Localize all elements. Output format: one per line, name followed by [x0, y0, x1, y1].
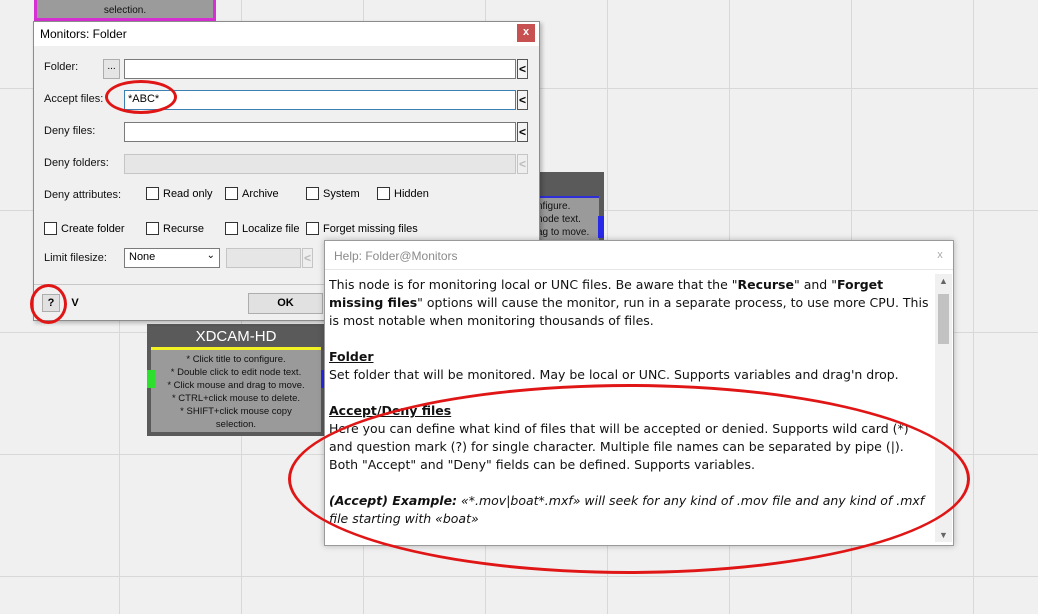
read-only-checkbox[interactable]: Read only: [146, 187, 213, 200]
ok-button[interactable]: OK: [248, 293, 323, 314]
deny-attributes-label: Deny attributes:: [44, 189, 122, 201]
recurse-checkbox[interactable]: Recurse: [146, 222, 204, 235]
localize-file-checkbox[interactable]: Localize file: [225, 222, 299, 235]
help-title-divider: [325, 269, 953, 270]
scroll-thumb[interactable]: [938, 294, 949, 344]
scroll-down-icon[interactable]: ▼: [935, 530, 952, 540]
checkbox-box[interactable]: [146, 187, 159, 200]
limit-filesize-input: [226, 248, 301, 268]
checkbox-box[interactable]: [44, 222, 57, 235]
accept-insert-arrow[interactable]: <: [517, 90, 528, 110]
node-line: * Click mouse and drag to move.: [167, 380, 305, 391]
text-run-bold: Recurse: [737, 277, 794, 292]
folder-paragraph: Set folder that will be monitored. May b…: [329, 367, 899, 382]
folder-heading: Folder: [329, 349, 374, 364]
checkbox-box[interactable]: [146, 222, 159, 235]
annotation-accept-deny-help: [288, 384, 970, 574]
node-line: ag to move.: [537, 227, 590, 238]
checkbox-label: Recurse: [163, 222, 204, 235]
text-run: This node is for monitoring local or UNC…: [329, 277, 738, 292]
scroll-up-icon[interactable]: ▲: [935, 276, 952, 286]
annotation-help-button: [30, 284, 67, 324]
checkbox-label: Archive: [242, 187, 279, 200]
checkbox-label: Read only: [163, 187, 213, 200]
node-text: selection.: [103, 5, 147, 16]
node-line: * Double click to edit node text.: [170, 367, 302, 378]
node-line: * CTRL+click mouse to delete.: [171, 393, 301, 404]
folder-label: Folder:: [44, 61, 79, 73]
forget-missing-files-checkbox[interactable]: Forget missing files: [306, 222, 418, 235]
canvas-node-top[interactable]: selection.: [34, 0, 216, 21]
accept-files-label: Accept files:: [44, 93, 104, 105]
help-close-button[interactable]: x: [931, 246, 949, 264]
deny-folders-label: Deny folders:: [44, 157, 109, 169]
node-line: nfigure.: [537, 201, 571, 212]
deny-files-label: Deny files:: [44, 125, 96, 137]
deny-files-input[interactable]: [124, 122, 516, 142]
limit-filesize-label: Limit filesize:: [44, 252, 107, 264]
help-intro: This node is for monitoring local or UNC…: [329, 276, 929, 330]
checkbox-box[interactable]: [225, 187, 238, 200]
accept-files-input[interactable]: *ABC*: [124, 90, 516, 110]
folder-input[interactable]: [124, 59, 516, 79]
deny-folders-insert-arrow: <: [517, 154, 528, 174]
node-line: * SHIFT+click mouse copy: [180, 406, 292, 417]
hidden-checkbox[interactable]: Hidden: [377, 187, 429, 200]
node-line: selection.: [215, 419, 257, 430]
node-line: node text.: [537, 214, 581, 225]
checkbox-label: Create folder: [61, 222, 125, 235]
folder-browse-button[interactable]: ...: [103, 59, 120, 79]
system-checkbox[interactable]: System: [306, 187, 360, 200]
checkbox-label: Forget missing files: [323, 222, 418, 235]
text-run: " and ": [793, 277, 837, 292]
checkbox-label: Hidden: [394, 187, 429, 200]
checkbox-label: System: [323, 187, 360, 200]
output-port[interactable]: [598, 216, 604, 238]
input-port[interactable]: [147, 370, 155, 388]
create-folder-checkbox[interactable]: Create folder: [44, 222, 125, 235]
archive-checkbox[interactable]: Archive: [225, 187, 279, 200]
help-title: Help: Folder@Monitors: [334, 249, 458, 263]
node-title[interactable]: XDCAM-HD: [147, 328, 325, 345]
deny-folders-input: [124, 154, 516, 174]
limit-filesize-value: None: [129, 251, 156, 263]
chevron-down-icon: ⌄: [206, 250, 215, 261]
text-run: " options will cause the monitor, run in…: [329, 295, 929, 328]
dialog-title: Monitors: Folder: [40, 27, 127, 41]
dialog-titlebar[interactable]: Monitors: Folder x: [34, 22, 539, 46]
checkbox-box[interactable]: [225, 222, 238, 235]
limit-filesize-select[interactable]: None ⌄: [124, 248, 220, 268]
limit-insert-arrow: <: [302, 248, 313, 268]
canvas-node-xdcam[interactable]: XDCAM-HD * Click title to configure. * D…: [147, 324, 325, 436]
checkbox-box[interactable]: [306, 187, 319, 200]
v-button[interactable]: V: [66, 294, 84, 312]
checkbox-box[interactable]: [377, 187, 390, 200]
deny-files-insert-arrow[interactable]: <: [517, 122, 528, 142]
annotation-accept-files: [105, 80, 177, 114]
node-line: * Click title to configure.: [186, 354, 286, 365]
folder-insert-arrow[interactable]: <: [517, 59, 528, 79]
close-button[interactable]: x: [517, 24, 535, 42]
checkbox-box[interactable]: [306, 222, 319, 235]
checkbox-label: Localize file: [242, 222, 300, 235]
node-body: * Click title to configure. * Double cli…: [151, 350, 321, 432]
